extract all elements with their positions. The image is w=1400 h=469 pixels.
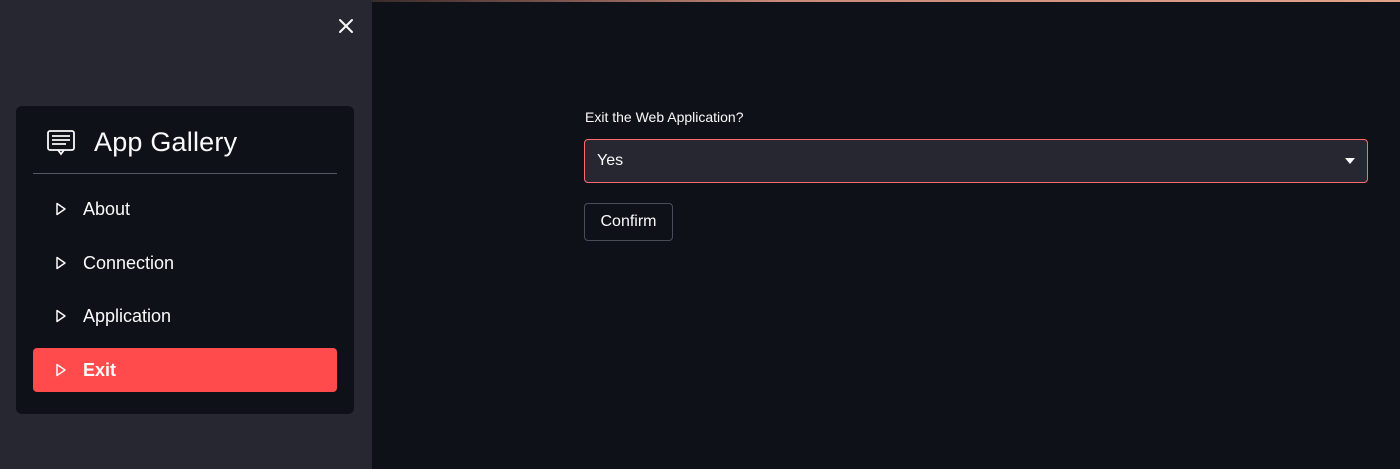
menu-item-label: About xyxy=(83,199,131,219)
document-list-icon xyxy=(47,130,75,156)
menu-header: App Gallery xyxy=(33,106,337,174)
select-label: Exit the Web Application? xyxy=(585,109,744,125)
confirm-button[interactable]: Confirm xyxy=(584,203,673,241)
menu-title: App Gallery xyxy=(94,127,238,157)
triangle-right-outline-icon xyxy=(56,309,66,323)
menu-item-label: Connection xyxy=(83,253,175,273)
menu-item-label: Exit xyxy=(83,360,117,380)
sidebar: App Gallery About Connection Application xyxy=(0,0,372,469)
select-value: Yes xyxy=(597,152,624,169)
triangle-right-outline-icon xyxy=(56,256,66,270)
menu-item-connection[interactable]: Connection xyxy=(33,241,337,285)
menu-item-exit[interactable]: Exit xyxy=(33,348,337,392)
menu-item-label: Application xyxy=(83,306,172,326)
triangle-right-outline-icon xyxy=(56,363,66,377)
menu-item-about[interactable]: About xyxy=(33,187,337,231)
exit-select[interactable]: Yes xyxy=(584,139,1368,183)
close-sidebar-button[interactable] xyxy=(336,16,356,36)
menu-item-application[interactable]: Application xyxy=(33,294,337,338)
close-icon xyxy=(339,19,353,33)
caret-down-icon xyxy=(1345,158,1355,164)
navigation-menu: App Gallery About Connection Application xyxy=(16,106,354,414)
triangle-right-outline-icon xyxy=(56,202,66,216)
top-decoration-line xyxy=(372,0,1400,2)
